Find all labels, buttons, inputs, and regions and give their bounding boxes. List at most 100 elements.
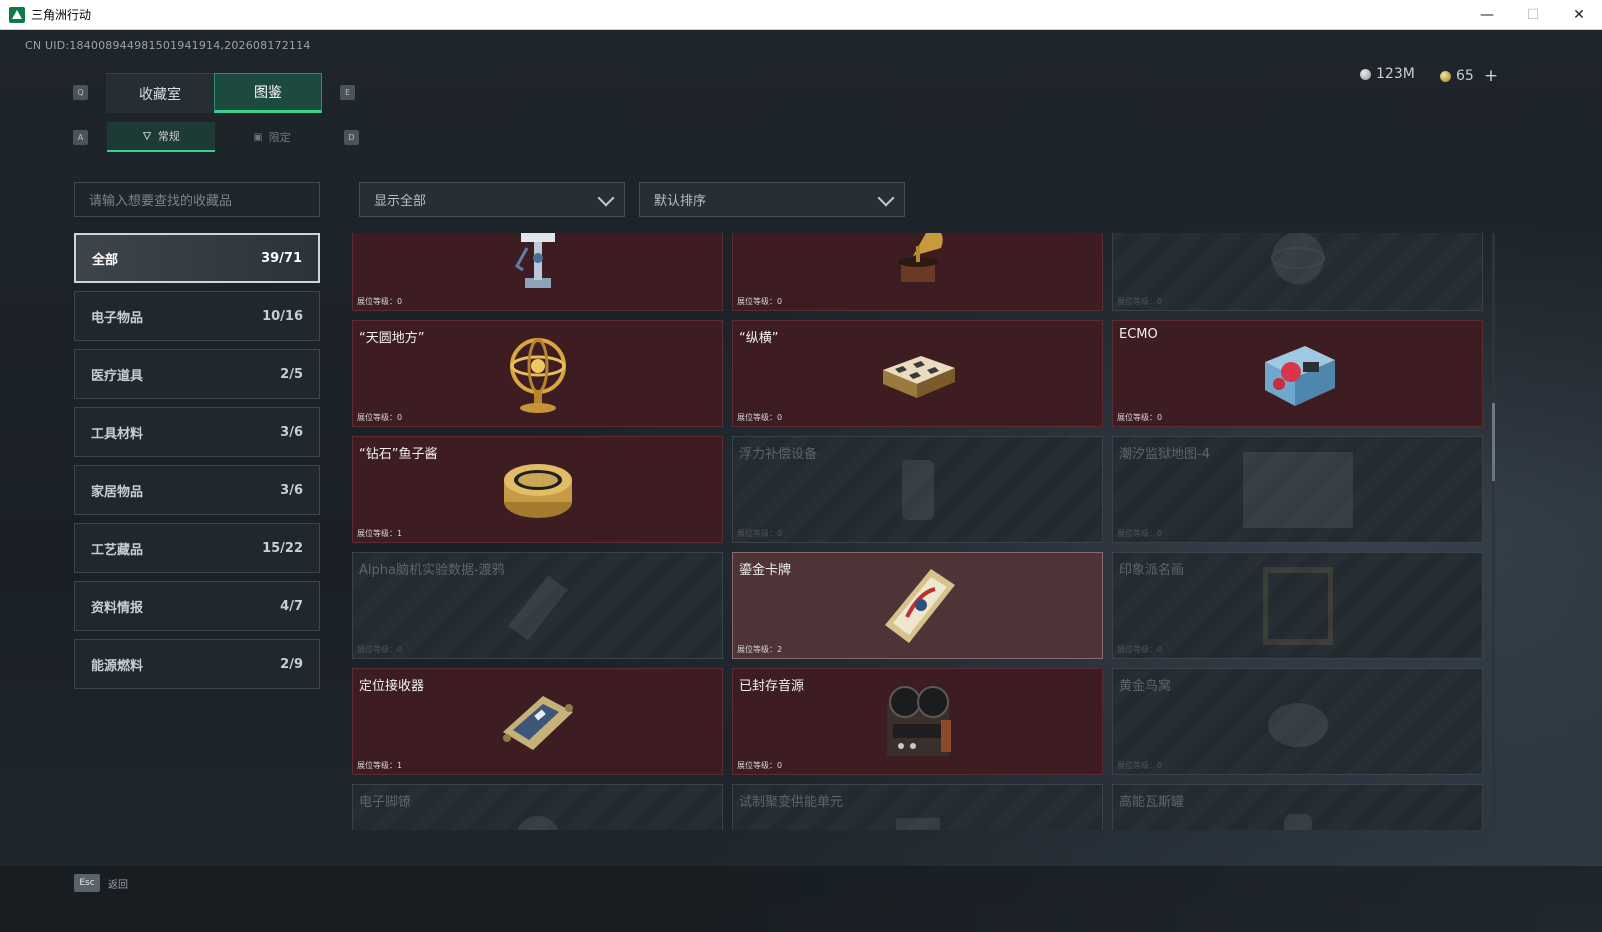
category-count: 10/16 <box>262 308 303 324</box>
collectible-grid: 展位等级：0 展位等级：0 展位等级：0 “天圆地方” 展位等级：0 “纵横” … <box>352 233 1487 830</box>
data-drive-icon <box>507 575 568 640</box>
key-hint-e: E <box>340 85 355 100</box>
collectible-card[interactable]: Alpha脑机实验数据-渡鸦 展位等级：0 <box>352 552 723 659</box>
sort-value: 默认排序 <box>654 194 707 209</box>
collectible-card[interactable]: 高能瓦斯罐 <box>1112 784 1483 830</box>
fusion-unit-icon <box>895 817 940 830</box>
category-label: 工艺藏品 <box>91 542 144 558</box>
card-name: 黄金鸟窝 <box>1119 679 1172 694</box>
back-label: 返回 <box>108 879 128 891</box>
collectible-card[interactable]: “钻石”鱼子酱 展位等级：1 <box>352 436 723 543</box>
card-name: 鎏金卡牌 <box>739 563 792 578</box>
card-level: 展位等级：0 <box>1117 413 1163 422</box>
collectible-card[interactable]: 黄金鸟窝 展位等级：0 <box>1112 668 1483 775</box>
category-tools[interactable]: 工具材料 3/6 <box>74 407 320 457</box>
subtab-limited[interactable]: ▣ 限定 <box>218 122 326 152</box>
category-count: 39/71 <box>261 250 302 266</box>
silver-currency: 123M <box>1360 66 1415 82</box>
card-name: “天圆地方” <box>359 331 425 346</box>
display-filter-value: 显示全部 <box>374 194 427 209</box>
collectible-card[interactable]: 展位等级：0 <box>1112 233 1483 311</box>
category-electronics[interactable]: 电子物品 10/16 <box>74 291 320 341</box>
subtab-regular-label: 常规 <box>157 130 180 143</box>
search-input[interactable]: 请输入想要查找的收藏品 <box>74 182 320 217</box>
card-level: 展位等级：0 <box>357 645 403 654</box>
gramophone-icon <box>897 233 943 282</box>
collectible-card[interactable]: 定位接收器 展位等级：1 <box>352 668 723 775</box>
collectible-card[interactable]: 鎏金卡牌 展位等级：2 <box>732 552 1103 659</box>
minimize-button[interactable]: — <box>1464 0 1510 30</box>
ecmo-machine-icon <box>1264 345 1335 406</box>
category-count: 2/5 <box>280 366 303 382</box>
collectible-card[interactable]: “天圆地方” 展位等级：0 <box>352 320 723 427</box>
card-name: 试制聚变供能单元 <box>739 795 844 810</box>
collectible-card[interactable]: “纵横” 展位等级：0 <box>732 320 1103 427</box>
collectible-card[interactable]: 电子脚镣 <box>352 784 723 830</box>
robot-arm-icon <box>514 233 555 288</box>
category-count: 4/7 <box>280 598 303 614</box>
grid-scrollbar[interactable] <box>1492 233 1495 830</box>
card-level: 展位等级：0 <box>1117 529 1163 538</box>
ankle-monitor-icon <box>516 815 559 830</box>
display-filter-dropdown[interactable]: 显示全部 <box>359 182 625 217</box>
golden-nest-icon <box>1267 702 1328 747</box>
card-level: 展位等级：1 <box>357 529 403 538</box>
card-name: 定位接收器 <box>359 679 425 694</box>
card-name: 印象派名画 <box>1119 563 1185 578</box>
gilded-card-icon <box>884 568 955 643</box>
category-count: 15/22 <box>262 540 303 556</box>
back-button[interactable]: Esc 返回 <box>74 874 128 892</box>
add-currency-button[interactable]: + <box>1484 66 1498 86</box>
category-medical[interactable]: 医疗道具 2/5 <box>74 349 320 399</box>
esc-key-hint: Esc <box>74 874 100 892</box>
category-energy[interactable]: 能源燃料 2/9 <box>74 639 320 689</box>
collectible-card[interactable]: 潮汐监狱地图-4 展位等级：0 <box>1112 436 1483 543</box>
category-count: 3/6 <box>280 482 303 498</box>
card-level: 展位等级：0 <box>357 413 403 422</box>
gold-amount: 65 <box>1456 68 1474 84</box>
close-button[interactable]: ✕ <box>1556 0 1602 30</box>
tab-codex[interactable]: 图鉴 <box>214 73 322 113</box>
window-titlebar: 三角洲行动 — ☐ ✕ <box>0 0 1602 30</box>
category-intel[interactable]: 资料情报 4/7 <box>74 581 320 631</box>
collectible-card[interactable]: 展位等级：0 <box>732 233 1103 311</box>
card-name: 潮汐监狱地图-4 <box>1119 447 1210 462</box>
category-count: 2/9 <box>280 656 303 672</box>
grid-scrollbar-thumb[interactable] <box>1492 403 1495 481</box>
subtab-limited-label: 限定 <box>268 131 291 144</box>
collectible-card[interactable]: ECMO 展位等级：0 <box>1112 320 1483 427</box>
painting-icon <box>1262 566 1333 645</box>
category-label: 工具材料 <box>91 426 144 442</box>
bottle-icon: 🜄 <box>142 130 152 143</box>
tape-recorder-icon <box>886 685 951 756</box>
gold-coin-icon <box>1440 70 1451 82</box>
card-name: 电子脚镣 <box>359 795 412 810</box>
subtab-regular[interactable]: 🜄 常规 <box>107 122 215 152</box>
collectible-card[interactable]: 已封存音源 展位等级：0 <box>732 668 1103 775</box>
window-title: 三角洲行动 <box>31 8 92 22</box>
collectible-card[interactable]: 展位等级：0 <box>352 233 723 311</box>
card-name: ECMO <box>1119 327 1158 342</box>
card-level: 展位等级：0 <box>737 761 783 770</box>
category-crafts[interactable]: 工艺藏品 15/22 <box>74 523 320 573</box>
tab-collection-room[interactable]: 收藏室 <box>106 73 214 113</box>
card-name: “纵横” <box>739 331 779 346</box>
category-household[interactable]: 家居物品 3/6 <box>74 465 320 515</box>
image-icon: ▣ <box>253 131 263 143</box>
armillary-sphere-icon <box>509 337 566 413</box>
category-label: 电子物品 <box>91 310 144 326</box>
category-all[interactable]: 全部 39/71 <box>74 233 320 283</box>
collectible-card[interactable]: 试制聚变供能单元 <box>732 784 1103 830</box>
category-label: 家居物品 <box>91 484 144 500</box>
card-level: 展位等级：0 <box>737 529 783 538</box>
card-name: 高能瓦斯罐 <box>1119 795 1185 810</box>
category-label: 全部 <box>92 252 119 268</box>
collectible-card[interactable]: 印象派名画 展位等级：0 <box>1112 552 1483 659</box>
map-icon <box>1242 451 1353 528</box>
category-label: 能源燃料 <box>91 658 144 674</box>
maximize-button[interactable]: ☐ <box>1510 0 1556 30</box>
collectible-card[interactable]: 浮力补偿设备 展位等级：0 <box>732 436 1103 543</box>
card-name: 已封存音源 <box>739 679 805 694</box>
sort-dropdown[interactable]: 默认排序 <box>639 182 905 217</box>
game-viewport: CN UID:18400894498150194191​4,2026081721… <box>0 31 1602 932</box>
